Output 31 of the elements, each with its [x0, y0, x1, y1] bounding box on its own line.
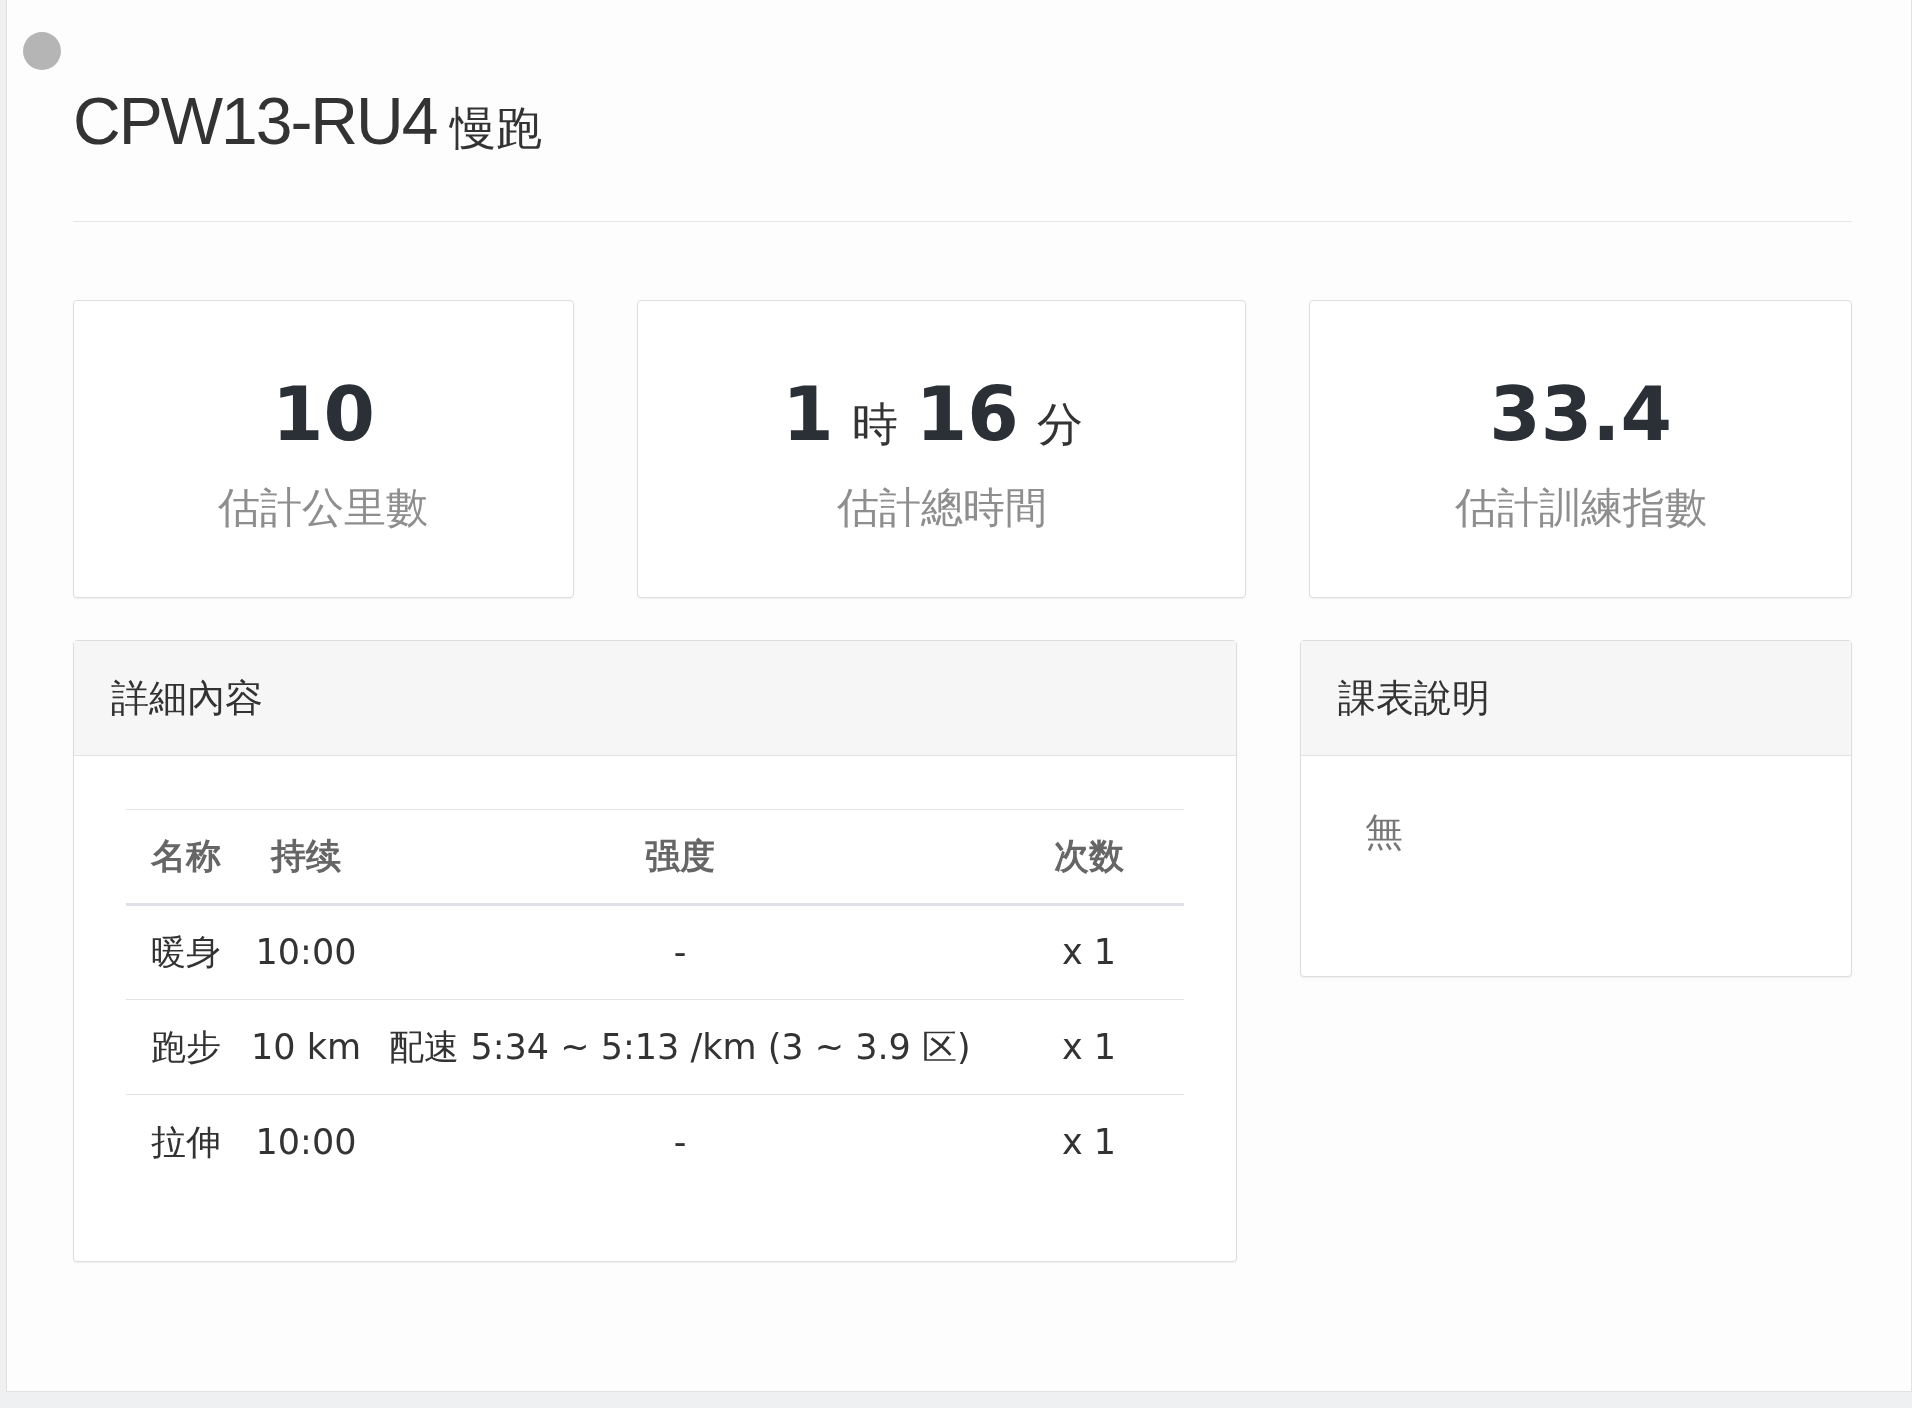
- page-subtitle: 慢跑: [450, 100, 543, 157]
- column-header: 名称: [126, 809, 246, 905]
- stat-label: 估計總時間: [836, 482, 1047, 534]
- panel-title: 詳細內容: [74, 641, 1236, 756]
- table-cell: 跑步: [126, 999, 246, 1095]
- table-cell: x 1: [993, 1094, 1184, 1190]
- stat-value: 16: [915, 370, 1019, 459]
- stat-label: 估計公里數: [218, 482, 429, 534]
- column-header: 次数: [993, 809, 1184, 905]
- notes-text: 無: [1363, 809, 1404, 856]
- panel-title: 課表說明: [1300, 641, 1851, 756]
- table-cell: 10:00: [246, 1094, 366, 1190]
- stat-value: 1: [782, 370, 834, 459]
- table-cell: 暖身: [126, 904, 246, 1000]
- column-header: 强度: [366, 809, 994, 905]
- table-cell: -: [366, 1094, 994, 1190]
- table-cell: x 1: [993, 904, 1184, 1000]
- stat-unit: 分: [1036, 396, 1083, 453]
- stat-label: 估計訓練指數: [1454, 482, 1707, 534]
- table-cell: 10 km: [246, 999, 366, 1095]
- table-cell: 拉伸: [126, 1094, 246, 1190]
- status-dot: [23, 32, 61, 70]
- stat-value: 33.4: [1489, 370, 1672, 459]
- stat-value: 10: [271, 370, 375, 459]
- table-cell: x 1: [993, 999, 1184, 1095]
- table-cell: 10:00: [246, 904, 366, 1000]
- table-cell: 配速 5:34 ~ 5:13 /km (3 ~ 3.9 区): [366, 999, 994, 1095]
- page-title: CPW13-RU4: [73, 83, 437, 160]
- stat-unit: 時: [851, 396, 898, 453]
- column-header: 持续: [246, 809, 366, 905]
- table-cell: -: [366, 904, 994, 1000]
